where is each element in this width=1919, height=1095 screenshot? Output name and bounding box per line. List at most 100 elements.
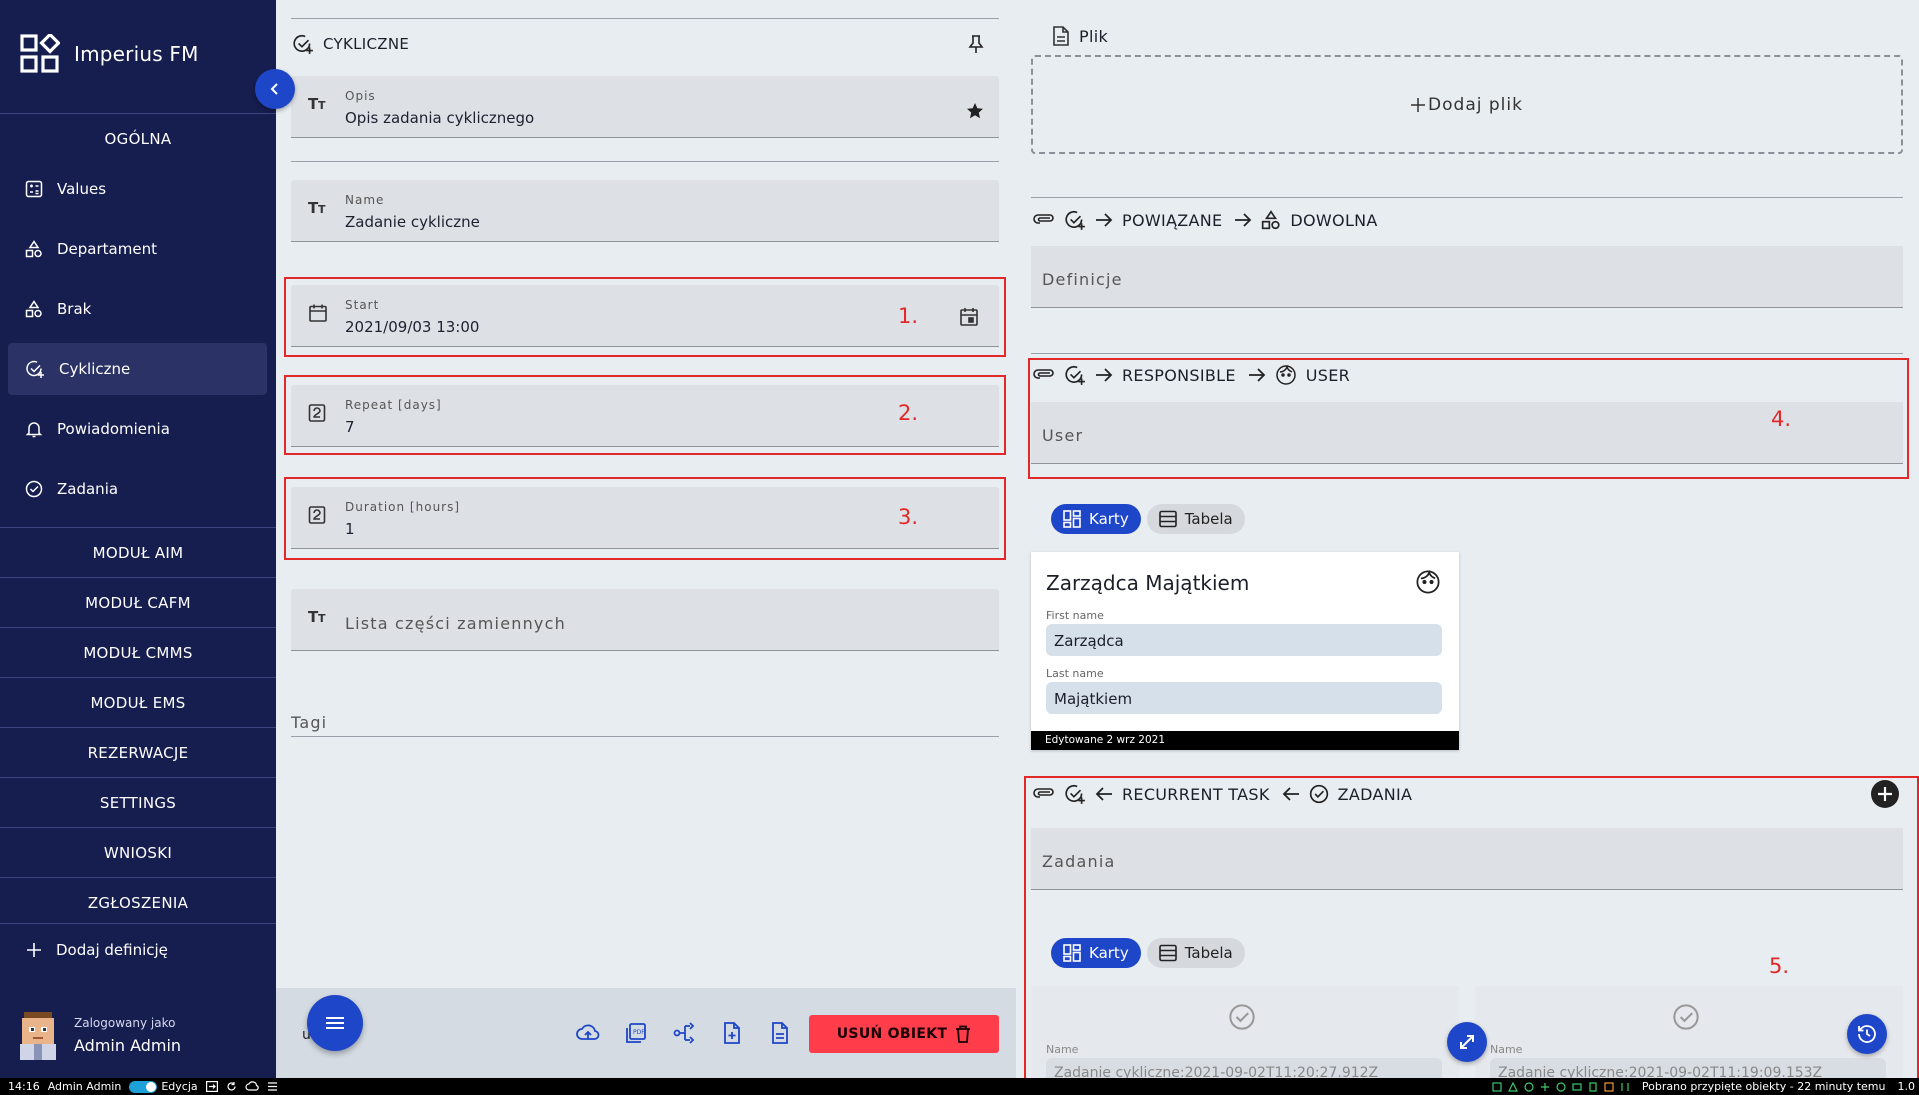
section-settings[interactable]: SETTINGS xyxy=(0,777,276,827)
definitions-select[interactable]: Definicje xyxy=(1031,246,1903,308)
trash-icon xyxy=(955,1025,971,1043)
section-modul-ems[interactable]: MODUŁ EMS xyxy=(0,677,276,727)
check-plus-icon xyxy=(1064,364,1086,386)
user-info[interactable]: Zalogowany jako Admin Admin xyxy=(16,1010,181,1060)
calculator-icon xyxy=(25,180,43,198)
field-label: Name xyxy=(345,193,385,207)
menu-fab-button[interactable] xyxy=(307,995,363,1051)
collapse-sidebar-button[interactable] xyxy=(255,69,295,109)
user-card-title: Zarządca Majątkiem xyxy=(1046,571,1250,595)
sidebar-item-label: Brak xyxy=(57,300,92,318)
toggle-switch xyxy=(129,1080,158,1093)
task-name-value: Zadanie cykliczne:2021-09-02T11:19:09.15… xyxy=(1490,1058,1886,1078)
svg-text:T: T xyxy=(318,612,326,625)
section-wnioski[interactable]: WNIOSKI xyxy=(0,827,276,877)
logo-icon xyxy=(20,34,60,74)
calendar-picker-icon[interactable] xyxy=(960,307,978,327)
duration-hours-field[interactable]: Duration [hours] 1 xyxy=(291,487,999,549)
avatar xyxy=(16,1010,60,1060)
table-view-icon xyxy=(1158,510,1177,528)
section-zgloszenia[interactable]: ZGŁOSZENIA xyxy=(0,877,276,927)
definitions-placeholder: Definicje xyxy=(1042,270,1123,289)
add-file-dropzone[interactable]: Dodaj plik xyxy=(1031,55,1903,154)
flow-icon[interactable] xyxy=(673,1022,697,1044)
logout-icon[interactable] xyxy=(205,1081,218,1092)
status-indicators: Pobrano przypięte obiekty - 22 minuty te… xyxy=(1492,1080,1919,1093)
relation-path-powiazane: POWIĄZANE DOWOLNA xyxy=(1033,209,1390,231)
app-version: 1.0 xyxy=(1897,1080,1916,1093)
expand-arrows-icon xyxy=(1458,1033,1476,1051)
sidebar-item-zadania[interactable]: Zadania xyxy=(8,463,267,515)
grid-view-icon xyxy=(1063,510,1081,528)
expand-button[interactable] xyxy=(1447,1022,1487,1062)
refresh-icon[interactable] xyxy=(226,1081,237,1092)
history-button[interactable] xyxy=(1847,1014,1887,1054)
last-name-label: Last name xyxy=(1046,667,1104,680)
task-card[interactable]: Name Zadanie cykliczne:2021-09-02T11:20:… xyxy=(1031,986,1459,1078)
pdf-icon[interactable]: PDF xyxy=(625,1022,647,1044)
sidebar-item-cykliczne[interactable]: Cykliczne xyxy=(8,343,267,395)
add-definition-label: Dodaj definicję xyxy=(56,940,168,959)
section-modul-cmms[interactable]: MODUŁ CMMS xyxy=(0,627,276,677)
app-logo[interactable]: Imperius FM xyxy=(20,34,199,74)
section-ogolna[interactable]: OGÓLNA xyxy=(0,113,276,163)
svg-text:T: T xyxy=(318,203,326,216)
tasks-placeholder: Zadania xyxy=(1042,852,1116,871)
document-icon[interactable] xyxy=(770,1022,790,1044)
cloud-upload-icon[interactable] xyxy=(576,1022,600,1044)
sidebar: Imperius FM OGÓLNA Values Departament Br… xyxy=(0,0,276,1078)
spare-parts-field[interactable]: TT Lista części zamiennych xyxy=(291,589,999,651)
arrow-right-icon xyxy=(1095,367,1113,383)
cloud-icon[interactable] xyxy=(245,1081,259,1092)
arrow-right-icon xyxy=(1095,212,1113,228)
add-definition-button[interactable]: Dodaj definicję xyxy=(0,923,276,975)
sidebar-item-departament[interactable]: Departament xyxy=(8,223,267,275)
table-view-button[interactable]: Tabela xyxy=(1146,504,1245,534)
sidebar-item-values[interactable]: Values xyxy=(8,163,267,215)
field-label: Duration [hours] xyxy=(345,500,461,514)
user-card[interactable]: Zarządca Majątkiem First name Zarządca L… xyxy=(1031,552,1459,750)
paperclip-icon xyxy=(1033,787,1055,801)
repeat-days-field[interactable]: Repeat [days] 7 xyxy=(291,385,999,447)
sidebar-item-label: Values xyxy=(57,180,107,198)
text-format-icon: TT xyxy=(308,607,330,625)
pin-icon[interactable] xyxy=(967,34,985,54)
edit-label: Edycja xyxy=(161,1080,198,1093)
relation-path-recurrent-task: RECURRENT TASK ZADANIA xyxy=(1033,783,1424,805)
check-circle-icon xyxy=(25,480,43,498)
field-value: Opis zadania cyklicznego xyxy=(345,109,535,127)
indicator-icon xyxy=(1524,1081,1534,1092)
task-name-label: Name xyxy=(1046,1043,1079,1056)
list-icon[interactable] xyxy=(267,1081,278,1092)
view-toggle-tasks: Karty Tabela xyxy=(1051,938,1251,968)
task-card[interactable]: Name Zadanie cykliczne:2021-09-02T11:19:… xyxy=(1475,986,1903,1078)
relation-label: RESPONSIBLE xyxy=(1122,365,1236,385)
star-icon[interactable] xyxy=(966,102,984,120)
section-rezerwacje[interactable]: REZERWACJE xyxy=(0,727,276,777)
name-field[interactable]: TT Name Zadanie cykliczne xyxy=(291,180,999,242)
sidebar-item-label: Powiadomienia xyxy=(57,420,170,438)
sidebar-item-powiadomienia[interactable]: Powiadomienia xyxy=(8,403,267,455)
add-task-button[interactable] xyxy=(1871,780,1899,808)
tasks-select[interactable]: Zadania xyxy=(1031,828,1903,890)
edit-toggle[interactable]: Edycja xyxy=(129,1080,198,1093)
opis-field[interactable]: TT Opis Opis zadania cyklicznego xyxy=(291,76,999,138)
start-field[interactable]: Start 2021/09/03 13:00 xyxy=(291,285,999,347)
indicator-icon xyxy=(1556,1081,1566,1092)
plus-icon xyxy=(26,942,42,958)
cards-view-button[interactable]: Karty xyxy=(1051,504,1141,534)
task-name-value: Zadanie cykliczne:2021-09-02T11:20:27.91… xyxy=(1046,1058,1442,1078)
tags-input[interactable]: Tagi xyxy=(291,713,327,732)
table-view-button[interactable]: Tabela xyxy=(1146,938,1245,968)
logged-as-label: Zalogowany jako xyxy=(74,1015,176,1030)
sidebar-item-brak[interactable]: Brak xyxy=(8,283,267,335)
section-header: CYKLICZNE xyxy=(292,33,409,55)
section-modul-cafm[interactable]: MODUŁ CAFM xyxy=(0,577,276,627)
check-plus-icon xyxy=(1064,209,1086,231)
file-add-icon[interactable] xyxy=(722,1022,742,1044)
delete-object-button[interactable]: USUŃ OBIEKT xyxy=(809,1015,999,1053)
table-label: Tabela xyxy=(1184,510,1233,528)
cards-view-button[interactable]: Karty xyxy=(1051,938,1141,968)
section-modul-aim[interactable]: MODUŁ AIM xyxy=(0,527,276,577)
cards-label: Karty xyxy=(1089,510,1129,528)
